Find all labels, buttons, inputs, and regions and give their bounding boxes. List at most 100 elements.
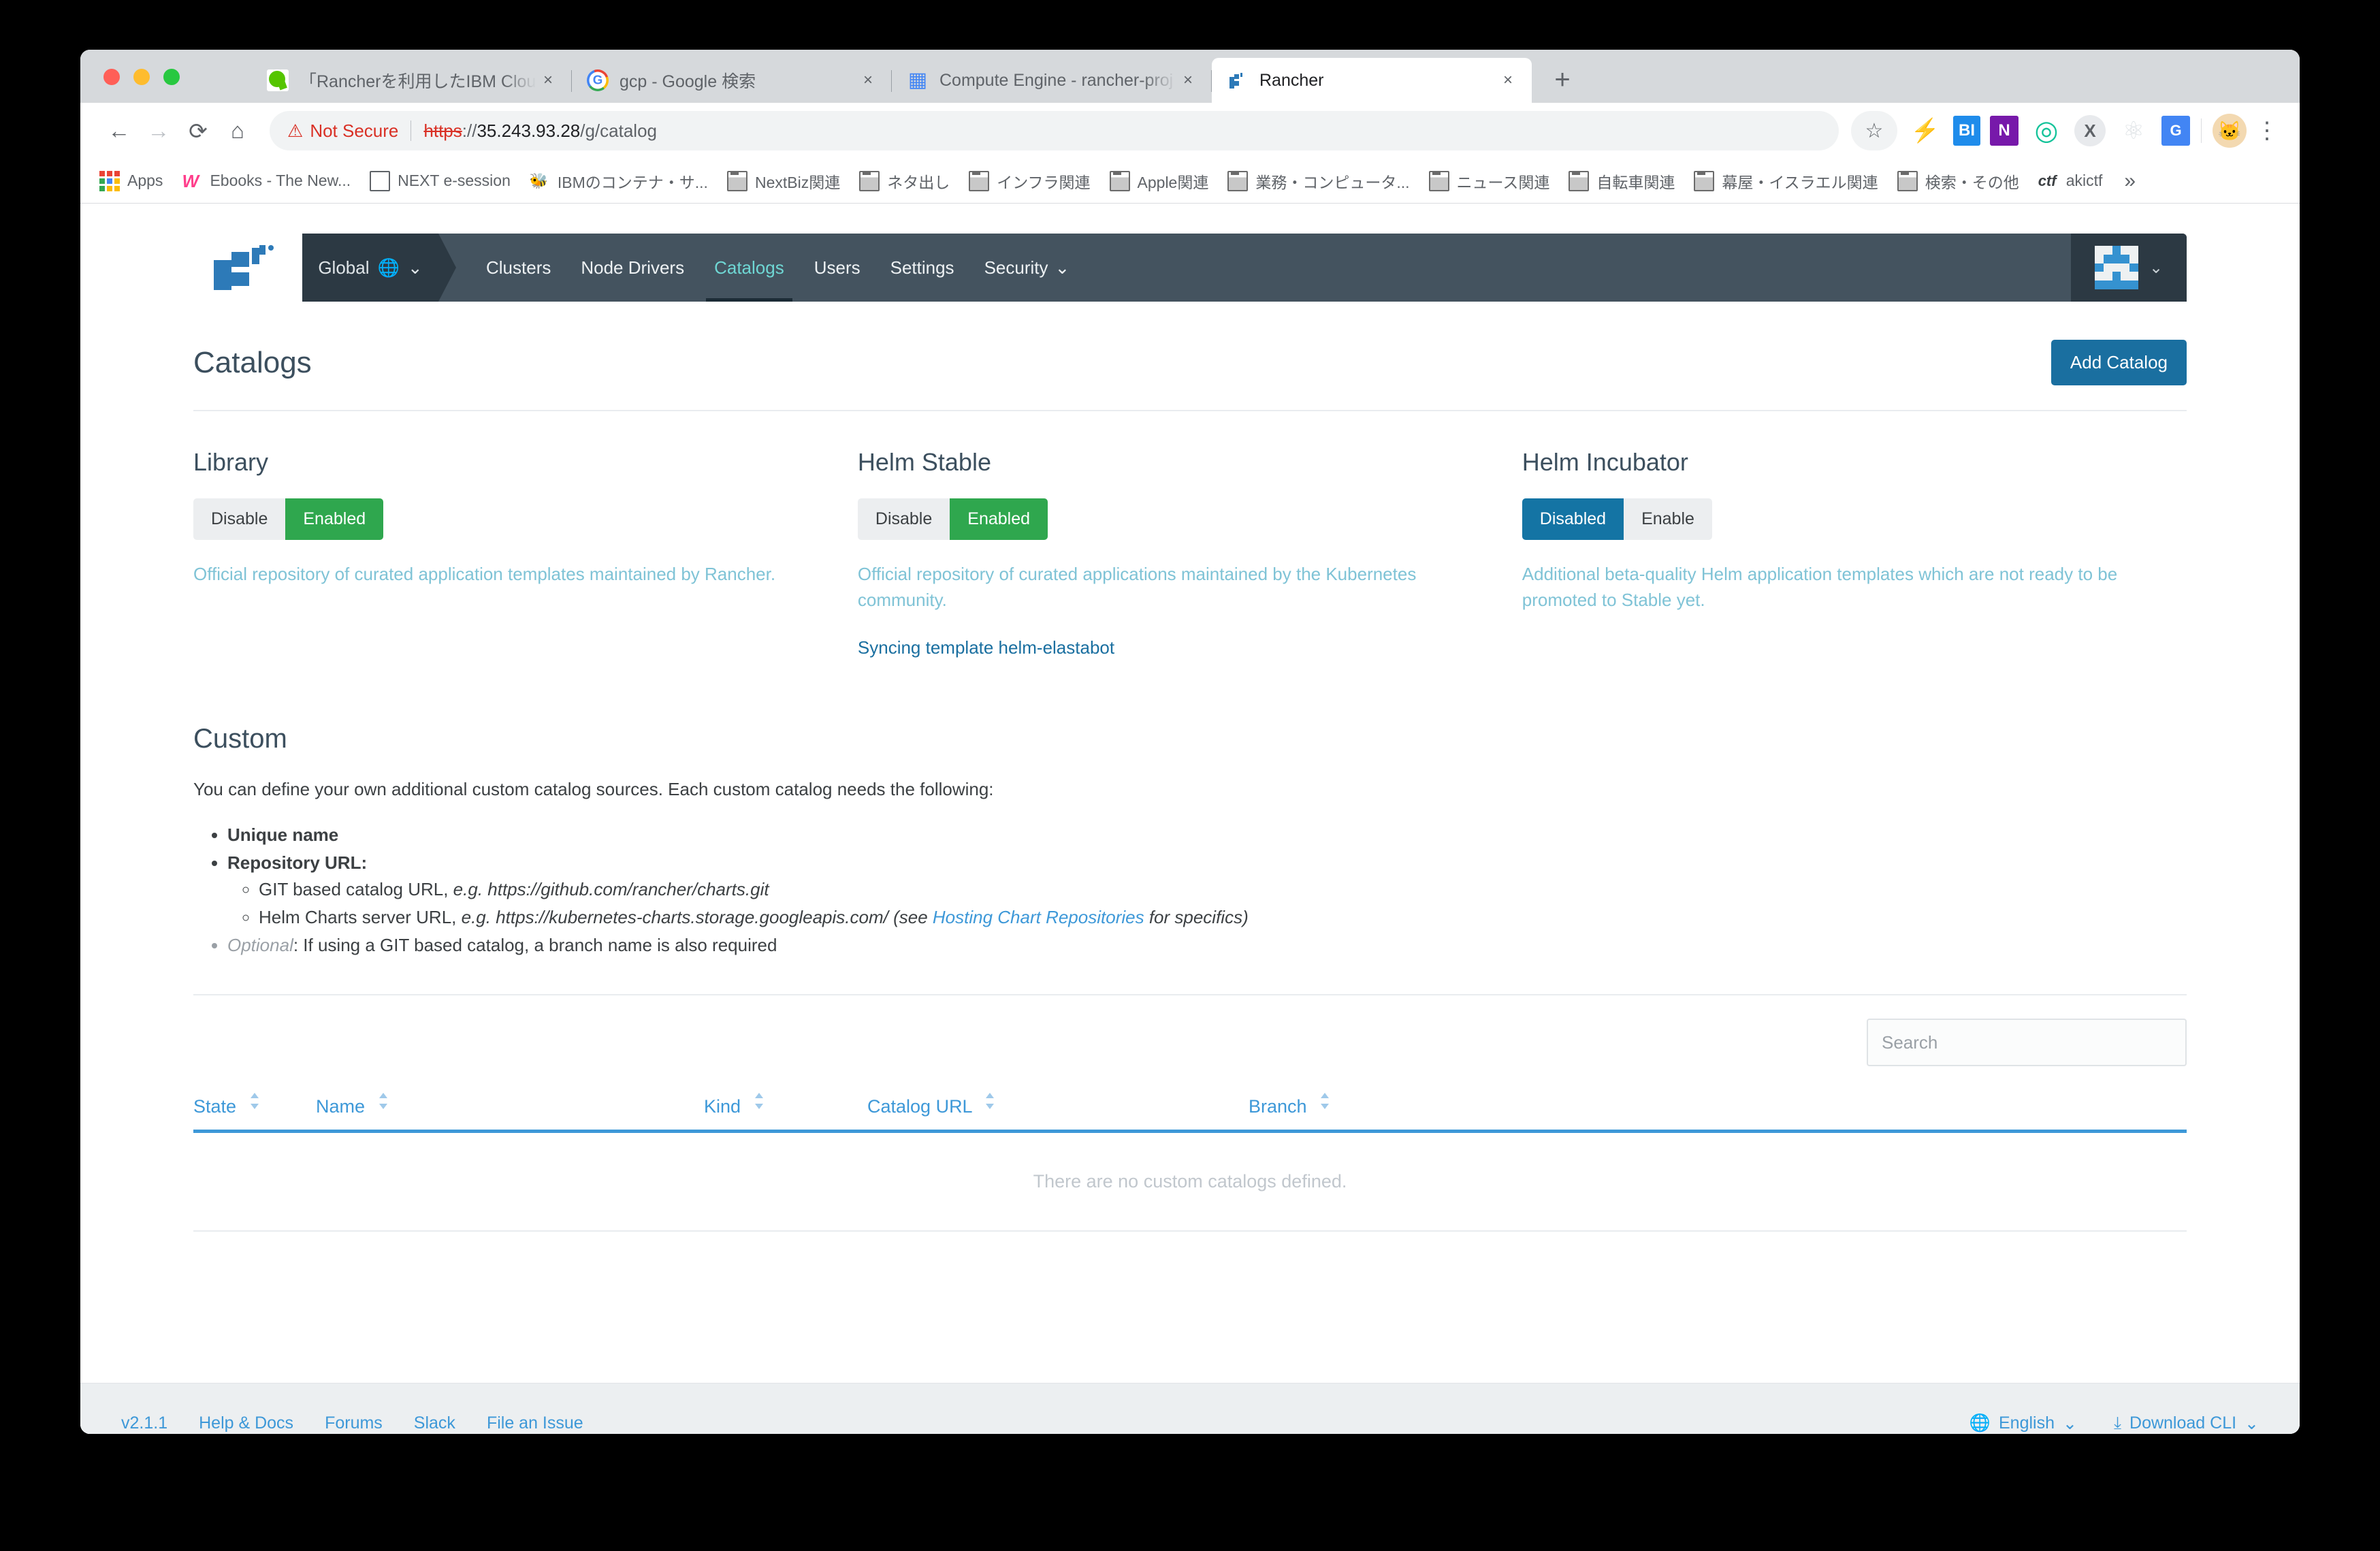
catalog-toggle-left[interactable]: Disabled xyxy=(1522,498,1624,540)
user-menu[interactable]: ⌄ xyxy=(2071,234,2187,302)
catalog-toggle-right[interactable]: Enable xyxy=(1624,498,1712,540)
catalog-toggle[interactable]: Disabled Enable xyxy=(1522,498,1712,540)
bookmark-next-e-session[interactable]: NEXT e-session xyxy=(370,170,511,191)
maximize-window-button[interactable] xyxy=(163,69,180,85)
bookmark-folder-gyomu[interactable]: 業務・コンピュータ... xyxy=(1227,170,1410,193)
footer-link-forums[interactable]: Forums xyxy=(325,1413,383,1433)
hosting-chart-repositories-link[interactable]: Hosting Chart Repositories xyxy=(933,907,1144,927)
lightning-icon[interactable]: ⚡ xyxy=(1907,112,1944,149)
folder-icon xyxy=(1694,170,1715,191)
add-catalog-button[interactable]: Add Catalog xyxy=(2051,340,2187,385)
tab-close-button[interactable]: × xyxy=(1496,71,1519,90)
column-header-branch[interactable]: Branch xyxy=(1249,1092,2187,1134)
rancher-logo[interactable] xyxy=(193,234,302,302)
bookmarks-bar: Apps W Ebooks - The New... NEXT e-sessio… xyxy=(80,159,2300,204)
nav-item-catalogs[interactable]: Catalogs xyxy=(699,234,799,302)
address-bar[interactable]: ⚠ Not Secure https :// 35.243.93.28 /g/c… xyxy=(270,111,1839,150)
catalog-toggle-right[interactable]: Enabled xyxy=(285,498,384,540)
bookmark-folder-search-other[interactable]: 検索・その他 xyxy=(1897,170,2019,193)
home-button[interactable]: ⌂ xyxy=(218,111,257,150)
bookmark-folder-nextbiz[interactable]: NextBiz関連 xyxy=(726,170,840,193)
column-header-state[interactable]: State xyxy=(193,1092,316,1134)
ctf-icon: ctf xyxy=(2038,172,2057,189)
footer-link-slack[interactable]: Slack xyxy=(414,1413,455,1433)
bookmark-akictf[interactable]: ctf akictf xyxy=(2038,171,2103,191)
bookmark-label: 自転車関連 xyxy=(1596,173,1675,191)
bookmark-folder-israel[interactable]: 幕屋・イスラエル関連 xyxy=(1694,170,1878,193)
google-translate-icon[interactable]: G xyxy=(2161,116,2190,146)
catalog-toggle-left[interactable]: Disable xyxy=(857,498,950,540)
nav-item-users[interactable]: Users xyxy=(799,234,875,302)
footer-link-file-issue[interactable]: File an Issue xyxy=(487,1413,583,1433)
x-extension-icon[interactable]: X xyxy=(2074,115,2106,146)
nav-item-security[interactable]: Security ⌄ xyxy=(969,234,1085,302)
minimize-window-button[interactable] xyxy=(133,69,150,85)
reload-button[interactable]: ⟳ xyxy=(178,111,218,150)
bookmark-star-icon[interactable]: ☆ xyxy=(1851,111,1897,150)
nav-item-clusters[interactable]: Clusters xyxy=(471,234,566,302)
onenote-icon[interactable]: N xyxy=(1990,116,2019,146)
browser-tab-1[interactable]: 「Rancherを利用したIBM Cloud × xyxy=(252,58,572,103)
catalog-toggle-right[interactable]: Enabled xyxy=(950,498,1048,540)
browser-tab-3[interactable]: ▦ Compute Engine - rancher-proj × xyxy=(892,58,1212,103)
footer-left: v2.1.1 Help & Docs Forums Slack File an … xyxy=(121,1413,583,1433)
scope-selector[interactable]: Global 🌐 ⌄ xyxy=(302,234,456,302)
nav-item-node-drivers[interactable]: Node Drivers xyxy=(566,234,699,302)
bookmark-folder-infra[interactable]: インフラ関連 xyxy=(969,170,1091,193)
profile-avatar[interactable]: 🐱 xyxy=(2213,114,2247,148)
column-header-catalog-url[interactable]: Catalog URL xyxy=(867,1092,1249,1134)
new-tab-button[interactable]: + xyxy=(1541,59,1583,101)
catalog-toggle-left[interactable]: Disable xyxy=(193,498,286,540)
sort-chevrons-icon xyxy=(753,1091,765,1111)
language-selector[interactable]: 🌐 English ⌄ xyxy=(1969,1413,2077,1434)
bookmark-folder-netadashi[interactable]: ネタ出し xyxy=(859,170,950,193)
window-traffic-lights[interactable] xyxy=(103,69,180,85)
bookmark-folder-apple[interactable]: Apple関連 xyxy=(1109,170,1208,193)
optional-label: Optional xyxy=(227,935,293,956)
browser-menu-icon[interactable]: ⋮ xyxy=(2253,117,2281,144)
bookmark-folder-bicycle[interactable]: 自転車関連 xyxy=(1569,170,1675,193)
bookmarks-overflow-button[interactable]: » xyxy=(2124,170,2136,193)
tab-close-button[interactable]: × xyxy=(856,71,880,90)
catalog-toggle[interactable]: Disable Enabled xyxy=(857,498,1048,540)
back-button[interactable]: ← xyxy=(99,111,139,150)
rancher-page: Global 🌐 ⌄ Clusters Node Drivers Catalog… xyxy=(80,234,2300,1434)
bookmark-ibm-container[interactable]: 🐝 IBMのコンテナ・サ... xyxy=(530,170,708,193)
folder-icon xyxy=(969,170,990,191)
grammarly-icon[interactable]: ◎ xyxy=(2028,112,2065,149)
bookmark-label: IBMのコンテナ・サ... xyxy=(557,173,708,191)
nav-item-settings[interactable]: Settings xyxy=(875,234,969,302)
custom-section-lede: You can define your own additional custo… xyxy=(193,779,994,800)
power-bi-icon[interactable]: BI xyxy=(1953,116,1980,146)
footer-link-help-docs[interactable]: Help & Docs xyxy=(199,1413,293,1433)
optional-text: : If using a GIT based catalog, a branch… xyxy=(293,935,777,956)
download-cli-menu[interactable]: ⤓ Download CLI ⌄ xyxy=(2114,1413,2259,1434)
bookmark-folder-news[interactable]: ニュース関連 xyxy=(1428,170,1549,193)
browser-tab-2[interactable]: gcp - Google 検索 × xyxy=(572,58,892,103)
requirement-git-url: GIT based catalog URL, e.g. https://gith… xyxy=(259,879,2187,900)
tab-title: 「Rancherを利用したIBM Cloud xyxy=(300,72,536,91)
catalog-toggle[interactable]: Disable Enabled xyxy=(193,498,384,540)
close-window-button[interactable] xyxy=(103,69,120,85)
custom-requirements-list: Unique name Repository URL: GIT based ca… xyxy=(193,825,2187,956)
toolbar-actions: ☆ ⚡ BI N ◎ X ⚛ G 🐱 ⋮ xyxy=(1851,111,2281,150)
tab-close-button[interactable]: × xyxy=(536,71,560,90)
catalog-card-helm-incubator: Helm Incubator Disabled Enable Additiona… xyxy=(1522,448,2187,658)
table-toolbar xyxy=(193,995,2187,1067)
sort-chevrons-icon xyxy=(377,1091,389,1111)
folder-icon xyxy=(1897,170,1918,191)
bookmark-apps[interactable]: Apps xyxy=(99,170,163,191)
tab-close-button[interactable]: × xyxy=(1176,71,1200,90)
browser-tab-4-active[interactable]: Rancher × xyxy=(1212,58,1532,103)
forward-button[interactable]: → xyxy=(139,111,178,150)
bookmark-ebooks[interactable]: W Ebooks - The New... xyxy=(182,171,351,191)
search-input[interactable] xyxy=(1867,1019,2187,1067)
app-footer: v2.1.1 Help & Docs Forums Slack File an … xyxy=(80,1383,2300,1434)
table-empty-row: There are no custom catalogs defined. xyxy=(193,1131,2187,1232)
react-devtools-icon[interactable]: ⚛ xyxy=(2115,112,2152,149)
tab-title: Compute Engine - rancher-proj xyxy=(939,70,1174,90)
column-header-name[interactable]: Name xyxy=(316,1091,704,1134)
column-header-kind[interactable]: Kind xyxy=(704,1091,867,1134)
footer-version: v2.1.1 xyxy=(121,1413,168,1433)
